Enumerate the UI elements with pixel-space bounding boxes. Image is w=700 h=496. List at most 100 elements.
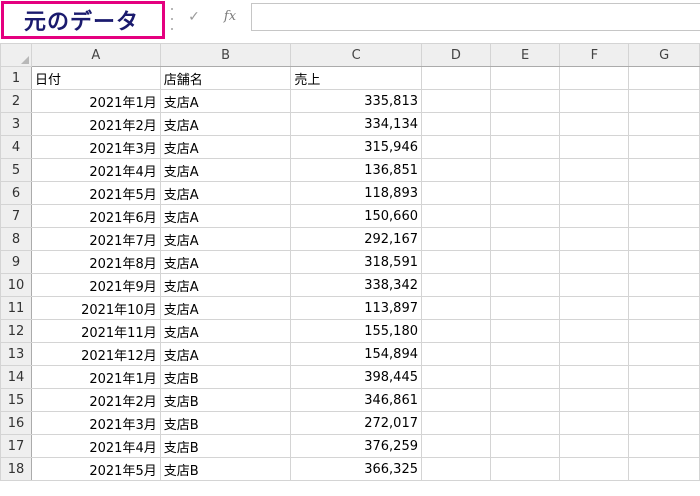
row-header[interactable]: 12	[0, 319, 32, 343]
cell-g[interactable]	[628, 66, 700, 90]
cell-b[interactable]: 支店A	[159, 181, 292, 205]
cell-a[interactable]: 2021年5月	[30, 181, 161, 205]
column-header-a[interactable]: A	[30, 43, 161, 67]
cell-b[interactable]: 支店A	[159, 296, 292, 320]
cell-b[interactable]: 支店A	[159, 250, 292, 274]
cell-f[interactable]	[559, 66, 630, 90]
cell-g[interactable]	[628, 135, 700, 159]
row-header[interactable]: 2	[0, 89, 32, 113]
cell-d[interactable]	[421, 411, 491, 435]
column-header-g[interactable]: G	[628, 43, 700, 67]
cell-g[interactable]	[628, 411, 700, 435]
cell-e[interactable]	[489, 296, 561, 320]
cell-b[interactable]: 支店B	[159, 388, 292, 412]
cell-f[interactable]	[559, 434, 630, 458]
cell-g[interactable]	[628, 296, 700, 320]
cell-e[interactable]	[489, 411, 561, 435]
cell-a[interactable]: 2021年8月	[30, 250, 161, 274]
cell-c[interactable]: 346,861	[290, 388, 422, 412]
cell-f[interactable]	[559, 365, 630, 389]
row-header[interactable]: 3	[0, 112, 32, 136]
row-header[interactable]: 5	[0, 158, 32, 182]
cell-d[interactable]	[421, 273, 491, 297]
cell-d[interactable]	[421, 457, 491, 481]
cell-f[interactable]	[559, 250, 630, 274]
cell-c[interactable]: 154,894	[290, 342, 422, 366]
cell-c[interactable]: 376,259	[290, 434, 422, 458]
cell-e[interactable]	[489, 158, 561, 182]
cell-a[interactable]: 2021年12月	[30, 342, 161, 366]
row-header[interactable]: 17	[0, 434, 32, 458]
cell-a[interactable]: 2021年3月	[30, 135, 161, 159]
cell-d[interactable]	[421, 66, 491, 90]
row-header[interactable]: 18	[0, 457, 32, 481]
cell-a[interactable]: 2021年4月	[30, 434, 161, 458]
row-header[interactable]: 16	[0, 411, 32, 435]
cell-d[interactable]	[421, 135, 491, 159]
cell-e[interactable]	[489, 388, 561, 412]
cell-b[interactable]: 支店B	[159, 411, 292, 435]
cell-b[interactable]: 支店B	[159, 434, 292, 458]
cell-g[interactable]	[628, 250, 700, 274]
cell-a[interactable]: 2021年2月	[30, 112, 161, 136]
cell-d[interactable]	[421, 319, 491, 343]
row-header[interactable]: 4	[0, 135, 32, 159]
cell-f[interactable]	[559, 388, 630, 412]
cell-g[interactable]	[628, 158, 700, 182]
column-header-f[interactable]: F	[559, 43, 630, 67]
cell-d[interactable]	[421, 342, 491, 366]
cell-e[interactable]	[489, 342, 561, 366]
cell-g[interactable]	[628, 181, 700, 205]
cell-c[interactable]: 315,946	[290, 135, 422, 159]
cell-f[interactable]	[559, 273, 630, 297]
cell-c[interactable]: 272,017	[290, 411, 422, 435]
cell-c[interactable]: 113,897	[290, 296, 422, 320]
cell-b[interactable]: 店舗名	[159, 66, 292, 90]
cell-g[interactable]	[628, 457, 700, 481]
cell-d[interactable]	[421, 112, 491, 136]
cell-c[interactable]: 334,134	[290, 112, 422, 136]
row-header[interactable]: 6	[0, 181, 32, 205]
cell-b[interactable]: 支店B	[159, 457, 292, 481]
cell-b[interactable]: 支店B	[159, 365, 292, 389]
cell-b[interactable]: 支店A	[159, 135, 292, 159]
cell-c[interactable]: 318,591	[290, 250, 422, 274]
cell-a[interactable]: 2021年10月	[30, 296, 161, 320]
row-header[interactable]: 15	[0, 388, 32, 412]
cell-f[interactable]	[559, 227, 630, 251]
cell-g[interactable]	[628, 319, 700, 343]
check-icon[interactable]: ✓	[184, 6, 204, 28]
cell-e[interactable]	[489, 204, 561, 228]
cell-b[interactable]: 支店A	[159, 158, 292, 182]
cell-g[interactable]	[628, 204, 700, 228]
column-header-b[interactable]: B	[159, 43, 292, 67]
cell-g[interactable]	[628, 89, 700, 113]
cell-b[interactable]: 支店A	[159, 342, 292, 366]
cell-g[interactable]	[628, 112, 700, 136]
cell-e[interactable]	[489, 457, 561, 481]
cell-a[interactable]: 2021年9月	[30, 273, 161, 297]
row-header[interactable]: 11	[0, 296, 32, 320]
cell-c[interactable]: 292,167	[290, 227, 422, 251]
cell-b[interactable]: 支店A	[159, 227, 292, 251]
column-header-d[interactable]: D	[421, 43, 491, 67]
cell-c[interactable]: 売上	[290, 66, 422, 90]
cell-f[interactable]	[559, 158, 630, 182]
column-header-e[interactable]: E	[489, 43, 561, 67]
cell-a[interactable]: 2021年6月	[30, 204, 161, 228]
cell-b[interactable]: 支店A	[159, 204, 292, 228]
row-header[interactable]: 14	[0, 365, 32, 389]
cell-b[interactable]: 支店A	[159, 319, 292, 343]
cell-g[interactable]	[628, 365, 700, 389]
cell-d[interactable]	[421, 89, 491, 113]
cell-d[interactable]	[421, 204, 491, 228]
cell-e[interactable]	[489, 434, 561, 458]
cell-a[interactable]: 2021年5月	[30, 457, 161, 481]
cell-g[interactable]	[628, 434, 700, 458]
cell-d[interactable]	[421, 181, 491, 205]
cell-f[interactable]	[559, 342, 630, 366]
cell-f[interactable]	[559, 411, 630, 435]
cell-g[interactable]	[628, 273, 700, 297]
cell-d[interactable]	[421, 388, 491, 412]
cell-e[interactable]	[489, 250, 561, 274]
